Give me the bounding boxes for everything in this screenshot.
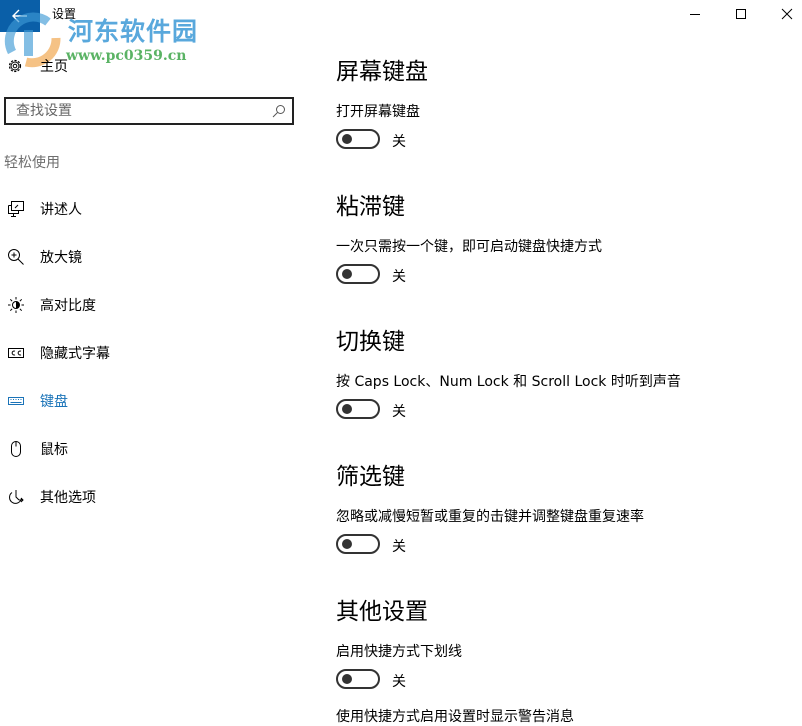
maximize-icon (736, 9, 746, 19)
sidebar-home-label: 主页 (40, 59, 68, 75)
back-button[interactable] (0, 0, 40, 32)
section-desc: 打开屏幕键盘 (336, 104, 420, 120)
minimize-button[interactable] (672, 0, 718, 28)
maximize-button[interactable] (718, 0, 764, 28)
toggle-sticky-keys[interactable] (336, 264, 380, 284)
high-contrast-icon (7, 296, 25, 314)
sidebar-item-narrator[interactable]: 讲述人 (0, 194, 300, 224)
watermark-url: www.pc0359.cn (66, 48, 187, 64)
section-title-sticky-keys: 粘滞键 (336, 194, 405, 220)
toggle-state-label: 关 (392, 674, 406, 690)
close-button[interactable] (764, 0, 802, 28)
sidebar-item-label: 键盘 (40, 394, 68, 410)
toggle-filter-keys[interactable] (336, 534, 380, 554)
toggle-state-label: 关 (392, 539, 406, 555)
toggle-toggle-keys[interactable] (336, 399, 380, 419)
closed-captions-icon (7, 344, 25, 362)
mouse-icon (7, 440, 25, 458)
sidebar-item-label: 鼠标 (40, 442, 68, 458)
toggle-state-label: 关 (392, 134, 406, 150)
toggle-track (336, 534, 380, 554)
narrator-icon (7, 200, 25, 218)
sidebar-item-closed-captions[interactable]: 隐藏式字幕 (0, 338, 300, 368)
section-title-toggle-keys: 切换键 (336, 329, 405, 355)
minimize-icon (690, 14, 700, 15)
other-options-icon (7, 488, 25, 506)
toggle-state-label: 关 (392, 404, 406, 420)
toggle-knob (342, 134, 352, 144)
toggle-track (336, 264, 380, 284)
search-box[interactable] (4, 97, 294, 125)
toggle-knob (342, 674, 352, 684)
sidebar-item-label: 高对比度 (40, 298, 96, 314)
toggle-knob (342, 539, 352, 549)
sidebar-item-keyboard[interactable]: 键盘 (0, 386, 300, 416)
toggle-state-label: 关 (392, 269, 406, 285)
section-desc: 忽略或减慢短暂或重复的击键并调整键盘重复速率 (336, 509, 644, 525)
sidebar-item-label: 讲述人 (40, 202, 82, 218)
sidebar-item-other-options[interactable]: 其他选项 (0, 482, 300, 512)
section-desc: 一次只需按一个键，即可启动键盘快捷方式 (336, 239, 602, 255)
magnifier-icon (7, 248, 25, 266)
search-input[interactable] (6, 99, 266, 123)
toggle-shortcut-underline[interactable] (336, 669, 380, 689)
section-desc: 按 Caps Lock、Num Lock 和 Scroll Lock 时听到声音 (336, 374, 681, 390)
sidebar-item-high-contrast[interactable]: 高对比度 (0, 290, 300, 320)
app-title: 设置 (52, 7, 77, 21)
sidebar-item-mouse[interactable]: 鼠标 (0, 434, 300, 464)
toggle-track (336, 129, 380, 149)
close-icon (781, 8, 793, 20)
toggle-track (336, 669, 380, 689)
section-desc: 启用快捷方式下划线 (336, 644, 462, 660)
toggle-track (336, 399, 380, 419)
sidebar-item-magnifier[interactable]: 放大镜 (0, 242, 300, 272)
sidebar-item-label: 隐藏式字幕 (40, 346, 110, 362)
search-icon[interactable] (272, 104, 286, 118)
toggle-knob (342, 269, 352, 279)
section-title-other-settings: 其他设置 (336, 599, 428, 625)
toggle-knob (342, 404, 352, 414)
cut-off-setting-desc: 使用快捷方式启用设置时显示警告消息 (336, 709, 574, 725)
keyboard-icon (7, 392, 25, 410)
section-title-on-screen-keyboard: 屏幕键盘 (336, 59, 428, 85)
gear-icon (8, 59, 22, 73)
toggle-on-screen-keyboard[interactable] (336, 129, 380, 149)
section-title-filter-keys: 筛选键 (336, 464, 405, 490)
sidebar-item-label: 其他选项 (40, 490, 96, 506)
sidebar-home[interactable]: 主页 (6, 54, 68, 78)
back-arrow-icon (12, 9, 27, 23)
title-bar: 设置 (0, 0, 802, 32)
sidebar-group-label: 轻松使用 (4, 155, 60, 171)
sidebar-item-label: 放大镜 (40, 250, 82, 266)
